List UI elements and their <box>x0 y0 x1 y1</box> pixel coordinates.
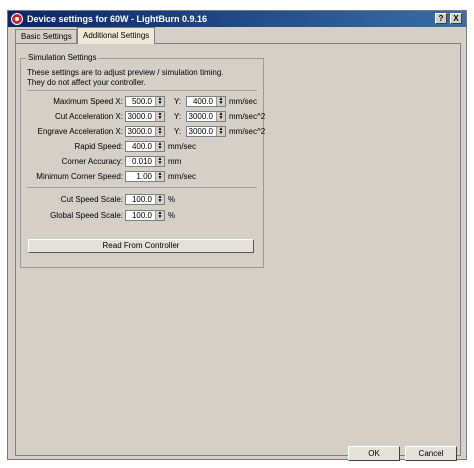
engrave-acceleration-y-label: Y: <box>174 127 182 136</box>
min-corner-speed-unit: mm/sec <box>168 172 196 181</box>
min-corner-speed-label: Minimum Corner Speed: <box>36 172 123 181</box>
engrave-acceleration-unit: mm/sec^2 <box>229 127 266 136</box>
window-title: Device settings for 60W - LightBurn 0.9.… <box>27 14 208 24</box>
engrave-acceleration-y-spinbox[interactable]: 3000.0 ▲ ▼ <box>186 126 226 137</box>
device-settings-dialog: Device settings for 60W - LightBurn 0.9.… <box>7 10 467 461</box>
spin-arrows-icon[interactable]: ▲ ▼ <box>155 195 164 204</box>
spin-arrows-icon[interactable]: ▲ ▼ <box>216 112 225 121</box>
group-title: Simulation Settings <box>26 53 99 62</box>
cut-speed-scale-label: Cut Speed Scale: <box>60 195 123 204</box>
spin-arrows-icon[interactable]: ▲ ▼ <box>216 127 225 136</box>
title-bar[interactable]: Device settings for 60W - LightBurn 0.9.… <box>8 11 466 27</box>
max-speed-y-label: Y: <box>174 97 182 106</box>
rapid-speed-unit: mm/sec <box>168 142 196 151</box>
global-speed-scale-unit: % <box>168 211 176 220</box>
global-speed-scale-row: Global Speed Scale: 100.0 ▲ ▼ % <box>21 210 265 221</box>
global-speed-scale-label: Global Speed Scale: <box>50 211 123 220</box>
cut-speed-scale-row: Cut Speed Scale: 100.0 ▲ ▼ % <box>21 194 265 205</box>
spin-arrows-icon[interactable]: ▲ ▼ <box>155 127 164 136</box>
max-speed-x-value[interactable]: 500.0 <box>126 97 154 107</box>
cut-acceleration-y-spinbox[interactable]: 3000.0 ▲ ▼ <box>186 111 226 122</box>
spin-arrows-icon[interactable]: ▲ ▼ <box>155 211 164 220</box>
corner-accuracy-unit: mm <box>168 157 182 166</box>
corner-accuracy-label: Corner Accuracy: <box>61 157 123 166</box>
spin-arrows-icon[interactable]: ▲ ▼ <box>155 142 164 151</box>
max-speed-label: Maximum Speed X: <box>53 97 123 106</box>
lightburn-app-icon <box>11 13 23 25</box>
cut-acceleration-y-label: Y: <box>174 112 182 121</box>
divider <box>27 90 257 91</box>
rapid-speed-row: Rapid Speed: 400.0 ▲ ▼ mm/sec <box>21 141 265 152</box>
cut-acceleration-x-value[interactable]: 3000.0 <box>126 112 154 122</box>
rapid-speed-value[interactable]: 400.0 <box>126 142 154 152</box>
divider <box>27 187 257 188</box>
cut-acceleration-x-spinbox[interactable]: 3000.0 ▲ ▼ <box>125 111 165 122</box>
tab-additional-settings[interactable]: Additional Settings <box>77 27 155 44</box>
cancel-button[interactable]: Cancel <box>405 446 457 461</box>
max-speed-x-spinbox[interactable]: 500.0 ▲ ▼ <box>125 96 165 107</box>
engrave-acceleration-row: Engrave Acceleration X: 3000.0 ▲ ▼ Y: 300… <box>21 126 265 137</box>
engrave-acceleration-y-value[interactable]: 3000.0 <box>187 127 215 137</box>
cut-acceleration-y-value[interactable]: 3000.0 <box>187 112 215 122</box>
max-speed-unit: mm/sec <box>229 97 257 106</box>
engrave-acceleration-x-value[interactable]: 3000.0 <box>126 127 154 137</box>
corner-accuracy-value[interactable]: 0.010 <box>126 157 154 167</box>
max-speed-y-spinbox[interactable]: 400.0 ▲ ▼ <box>186 96 226 107</box>
spin-arrows-icon[interactable]: ▲ ▼ <box>216 97 225 106</box>
global-speed-scale-spinbox[interactable]: 100.0 ▲ ▼ <box>125 210 165 221</box>
rapid-speed-label: Rapid Speed: <box>74 142 123 151</box>
group-description-line-1: These settings are to adjust preview / s… <box>27 68 224 77</box>
corner-accuracy-row: Corner Accuracy: 0.010 ▲ ▼ mm <box>21 156 265 167</box>
cut-speed-scale-spinbox[interactable]: 100.0 ▲ ▼ <box>125 194 165 205</box>
max-speed-y-value[interactable]: 400.0 <box>187 97 215 107</box>
corner-accuracy-spinbox[interactable]: 0.010 ▲ ▼ <box>125 156 165 167</box>
spin-arrows-icon[interactable]: ▲ ▼ <box>155 172 164 181</box>
close-button[interactable]: X <box>450 13 462 24</box>
rapid-speed-spinbox[interactable]: 400.0 ▲ ▼ <box>125 141 165 152</box>
global-speed-scale-value[interactable]: 100.0 <box>126 211 154 221</box>
help-button[interactable]: ? <box>435 13 447 24</box>
spin-arrows-icon[interactable]: ▲ ▼ <box>155 157 164 166</box>
cut-speed-scale-unit: % <box>168 195 176 204</box>
cut-speed-scale-value[interactable]: 100.0 <box>126 195 154 205</box>
read-from-controller-button[interactable]: Read From Controller <box>28 239 254 253</box>
cut-acceleration-label: Cut Acceleration X: <box>54 112 123 121</box>
min-corner-speed-spinbox[interactable]: 1.00 ▲ ▼ <box>125 171 165 182</box>
group-description-line-2: They do not affect your controller. <box>27 78 146 87</box>
engrave-acceleration-x-spinbox[interactable]: 3000.0 ▲ ▼ <box>125 126 165 137</box>
spin-arrows-icon[interactable]: ▲ ▼ <box>155 112 164 121</box>
min-corner-speed-value[interactable]: 1.00 <box>126 172 154 182</box>
ok-button[interactable]: OK <box>348 446 400 461</box>
max-speed-row: Maximum Speed X: 500.0 ▲ ▼ Y: 400.0 ▲ ▼ mm… <box>21 96 265 107</box>
simulation-settings-group: Simulation Settings These settings are t… <box>20 53 265 268</box>
min-corner-speed-row: Minimum Corner Speed: 1.00 ▲ ▼ mm/sec <box>21 171 265 182</box>
engrave-acceleration-label: Engrave Acceleration X: <box>37 127 123 136</box>
cut-acceleration-unit: mm/sec^2 <box>229 112 266 121</box>
spin-arrows-icon[interactable]: ▲ ▼ <box>155 97 164 106</box>
tab-basic-settings[interactable]: Basic Settings <box>15 29 77 43</box>
cut-acceleration-row: Cut Acceleration X: 3000.0 ▲ ▼ Y: 3000.0 … <box>21 111 265 122</box>
